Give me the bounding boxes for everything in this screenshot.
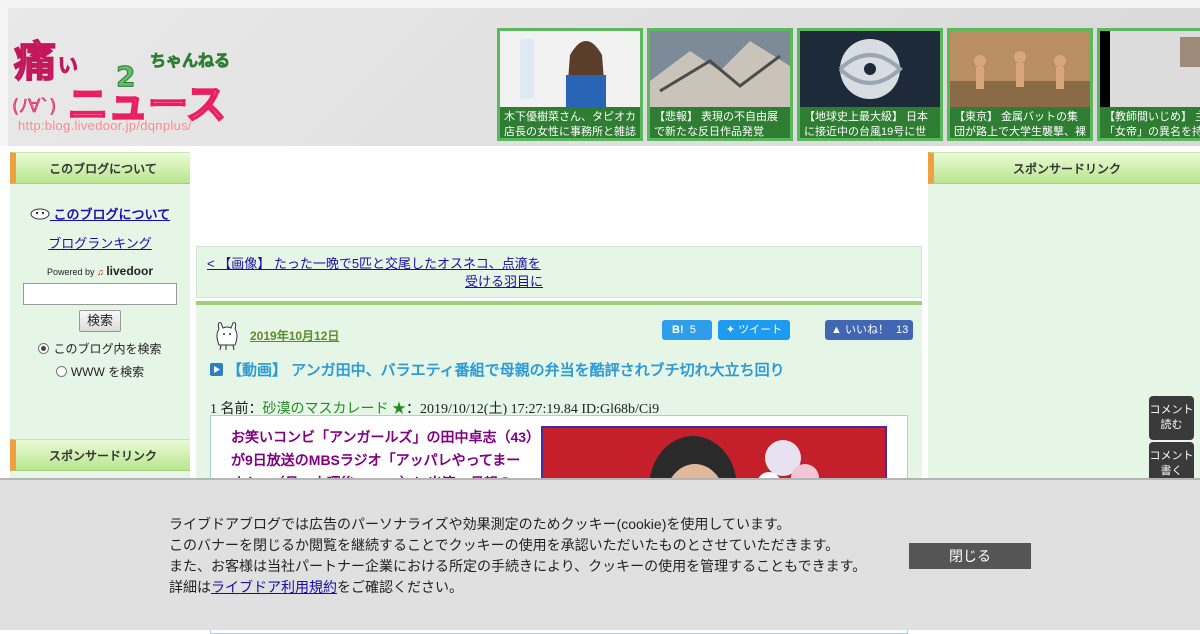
cookie-line-4-pre: 詳細は: [169, 579, 211, 595]
article-title-text: 【動画】 アンガ田中、バラエティ番組で母親の弁当を酷評されブチ切れ大立ち回り: [227, 362, 785, 379]
news-thumbnail-3[interactable]: 【地球史上最大級】 日本に接近中の台風19号に世界が: [797, 28, 943, 141]
prev-link-line2: 受ける羽目に: [464, 274, 543, 289]
ranking-link[interactable]: ブログランキング: [10, 233, 190, 252]
cookie-line-3: また、お客様は当社パートナー企業における所定の手続きにより、クッキーの使用を管理…: [169, 558, 867, 574]
mascot-icon: [216, 322, 238, 351]
thumbnail-image: [800, 31, 940, 107]
article-title[interactable]: 【動画】 アンガ田中、バラエティ番組で母親の弁当を酷評されブチ切れ大立ち回り: [210, 359, 785, 380]
site-header: 痛 い ちゃんねる 2 (ﾉ∀`) ニュース http:blog.livedoo…: [0, 0, 1200, 146]
thumbnail-caption: 【地球史上最大級】 日本に接近中の台風19号に世界が: [800, 107, 940, 138]
news-thumbnail-2[interactable]: 【悲報】 表現の不自由展で新たな反日作品発覚 「被爆: [647, 28, 793, 141]
post-date[interactable]: 2019年10月12日: [250, 327, 339, 344]
svg-text:ちゃんねる: ちゃんねる: [150, 51, 230, 70]
like-count: 13: [896, 324, 909, 336]
search-button[interactable]: 検索: [79, 310, 121, 332]
thumbnail-image: [500, 31, 640, 107]
cookie-line-2: このバナーを閉じるか閲覧を継続することでクッキーの使用を承認いただいたものとさせ…: [169, 537, 840, 553]
radio-search-blog[interactable]: このブログ内を検索: [10, 340, 190, 357]
svg-text:痛: 痛: [14, 37, 56, 86]
close-banner-button[interactable]: 閉じる: [909, 543, 1031, 569]
hatena-count: 5: [689, 324, 696, 336]
radio-search-www[interactable]: WWW を検索: [10, 363, 190, 380]
thumbnail-image: [650, 31, 790, 107]
powered-by-label: Powered by: [47, 267, 95, 277]
thumbnail-image: [950, 31, 1090, 107]
thumbnail-caption: 【悲報】 表現の不自由展で新たな反日作品発覚 「被爆: [650, 107, 790, 138]
radio-button-checked[interactable]: [38, 343, 50, 354]
hatena-icon: B!: [672, 324, 684, 336]
prev-link-line1: < 【画像】 たった一晩で5匹と交尾したオスネコ、点滴を: [207, 256, 541, 271]
cookie-line-4: 詳細はライブドア利用規約をご確認ください。: [169, 577, 866, 598]
svg-text:い: い: [58, 53, 78, 77]
tweet-button[interactable]: ✦ ツイート: [718, 320, 790, 340]
radio-blog-label: このブログ内を検索: [53, 342, 162, 356]
cookie-banner: ライブドアブログでは広告のパーソナライズや効果測定のためクッキー(cookie)…: [0, 478, 1200, 630]
read-comments-button[interactable]: コメント読む: [1149, 396, 1194, 440]
ad-space: [196, 152, 924, 242]
face-icon: [30, 208, 50, 220]
livedoor-label: livedoor: [106, 264, 153, 278]
twitter-icon: ✦: [725, 324, 736, 336]
cookie-line-1: ライブドアブログでは広告のパーソナライズや効果測定のためクッキー(cookie)…: [169, 516, 791, 532]
news-thumbnail-1[interactable]: 木下優樹菜さん、タピオカ店長の女性に事務所と雑誌: [497, 28, 643, 141]
search-input[interactable]: [23, 283, 177, 305]
cookie-line-4-post: をご確認ください。: [337, 579, 463, 595]
tweet-label: ツイート: [738, 324, 783, 336]
thumbnail-caption: 【東京】 金属バットの集団が路上で大学生襲撃、裸に: [950, 107, 1090, 138]
thumbnail-caption: 木下優樹菜さん、タピオカ店長の女性に事務所と雑誌: [500, 107, 640, 138]
livedoor-icon: ♫: [97, 267, 104, 277]
sponsor-heading-left: スポンサードリンク: [10, 439, 190, 471]
facebook-like-button[interactable]: ▲ いいね！ 13: [825, 320, 913, 340]
cookie-text: ライブドアブログでは広告のパーソナライズや効果測定のためクッキー(cookie)…: [169, 514, 866, 598]
video-icon: [210, 363, 223, 376]
thumbs-up-icon: ▲: [831, 324, 842, 336]
sponsor-heading-right: スポンサードリンク: [928, 152, 1200, 184]
about-heading: このブログについて: [10, 152, 190, 184]
about-link-label: このブログについて: [53, 207, 171, 222]
hatena-bookmark-button[interactable]: B! 5: [662, 320, 712, 340]
news-thumbnail-4[interactable]: 【東京】 金属バットの集団が路上で大学生襲撃、裸に: [947, 28, 1093, 141]
svg-text:(ﾉ∀`): (ﾉ∀`): [12, 96, 56, 117]
powered-by-livedoor[interactable]: Powered by ♫ livedoor: [10, 264, 190, 278]
terms-link[interactable]: ライブドア利用規約: [211, 579, 337, 595]
like-label: いいね！: [844, 324, 889, 336]
thumbnail-caption: 【教師間いじめ】 主犯「女帝」の異名を持つ: [1100, 107, 1200, 138]
radio-button[interactable]: [55, 366, 67, 377]
about-link[interactable]: このブログについて: [10, 204, 190, 223]
news-thumbnail-5[interactable]: 【教師間いじめ】 主犯「女帝」の異名を持つ: [1097, 28, 1200, 141]
logo-url: http:blog.livedoor.jp/dqnplus/: [18, 118, 192, 133]
prev-article-box: < 【画像】 たった一晩で5匹と交尾したオスネコ、点滴を 受ける羽目に: [196, 246, 922, 298]
prev-article-link[interactable]: < 【画像】 たった一晩で5匹と交尾したオスネコ、点滴を 受ける羽目に: [207, 255, 543, 291]
radio-www-label: WWW を検索: [70, 365, 145, 379]
thumbnail-image: [1100, 31, 1200, 107]
